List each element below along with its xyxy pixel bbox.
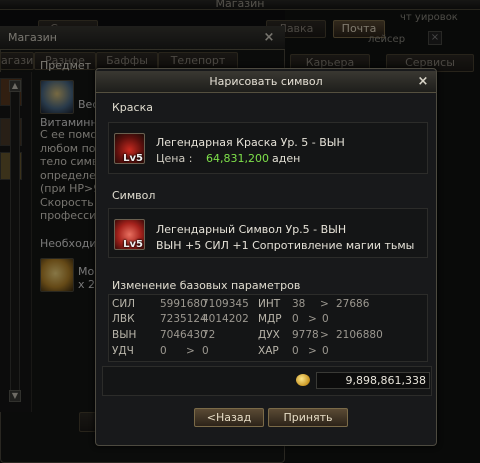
dye-price-value: 64,831,200 [206, 152, 269, 165]
stat-row-dex: ЛВК 7235124 4014202 [112, 313, 249, 325]
symbol-level-badge: Lv5 [123, 239, 143, 250]
symbol-effect: ВЫН +5 СИЛ +1 Сопротивление магии тьмы [156, 239, 415, 252]
stat-row-con: ВЫН 7046430 72 [112, 329, 216, 341]
dye-price-label: Цена : [156, 152, 193, 165]
symbol-section-label: Символ [112, 189, 156, 202]
dialog-title-bar: Нарисовать символ [96, 71, 436, 93]
dye-name: Легендарная Краска Ур. 5 - ВЫН [156, 136, 345, 149]
stat-row-luc: УДЧ 0 > 0 [112, 345, 209, 357]
stat-row-men: МДР 0 > 0 [258, 313, 329, 325]
adena-total: 9,898,861,338 [316, 372, 430, 389]
dye-level-badge: Lv5 [123, 153, 143, 164]
stat-row-cha: ХАР 0 > 0 [258, 345, 329, 357]
back-button[interactable]: <Назад [194, 408, 264, 427]
stat-row-int: ИНТ 38 > 27686 [258, 298, 370, 310]
params-section-label: Изменение базовых параметров [112, 279, 301, 292]
dye-section-label: Краска [112, 101, 153, 114]
dialog-close-icon[interactable]: × [416, 75, 430, 89]
dye-price-currency: аден [272, 152, 301, 165]
stat-row-wit: ДУХ 9778 > 2106880 [258, 329, 383, 341]
adena-coin-icon [296, 374, 310, 386]
accept-button[interactable]: Принять [268, 408, 348, 427]
stat-row-str: СИЛ 5991680 7109345 [112, 298, 249, 310]
dye-icon: Lv5 [114, 133, 145, 164]
dialog-title: Нарисовать символ [209, 75, 323, 88]
symbol-icon: Lv5 [114, 219, 145, 250]
symbol-name: Легендарный Символ Ур.5 - ВЫН [156, 223, 347, 236]
